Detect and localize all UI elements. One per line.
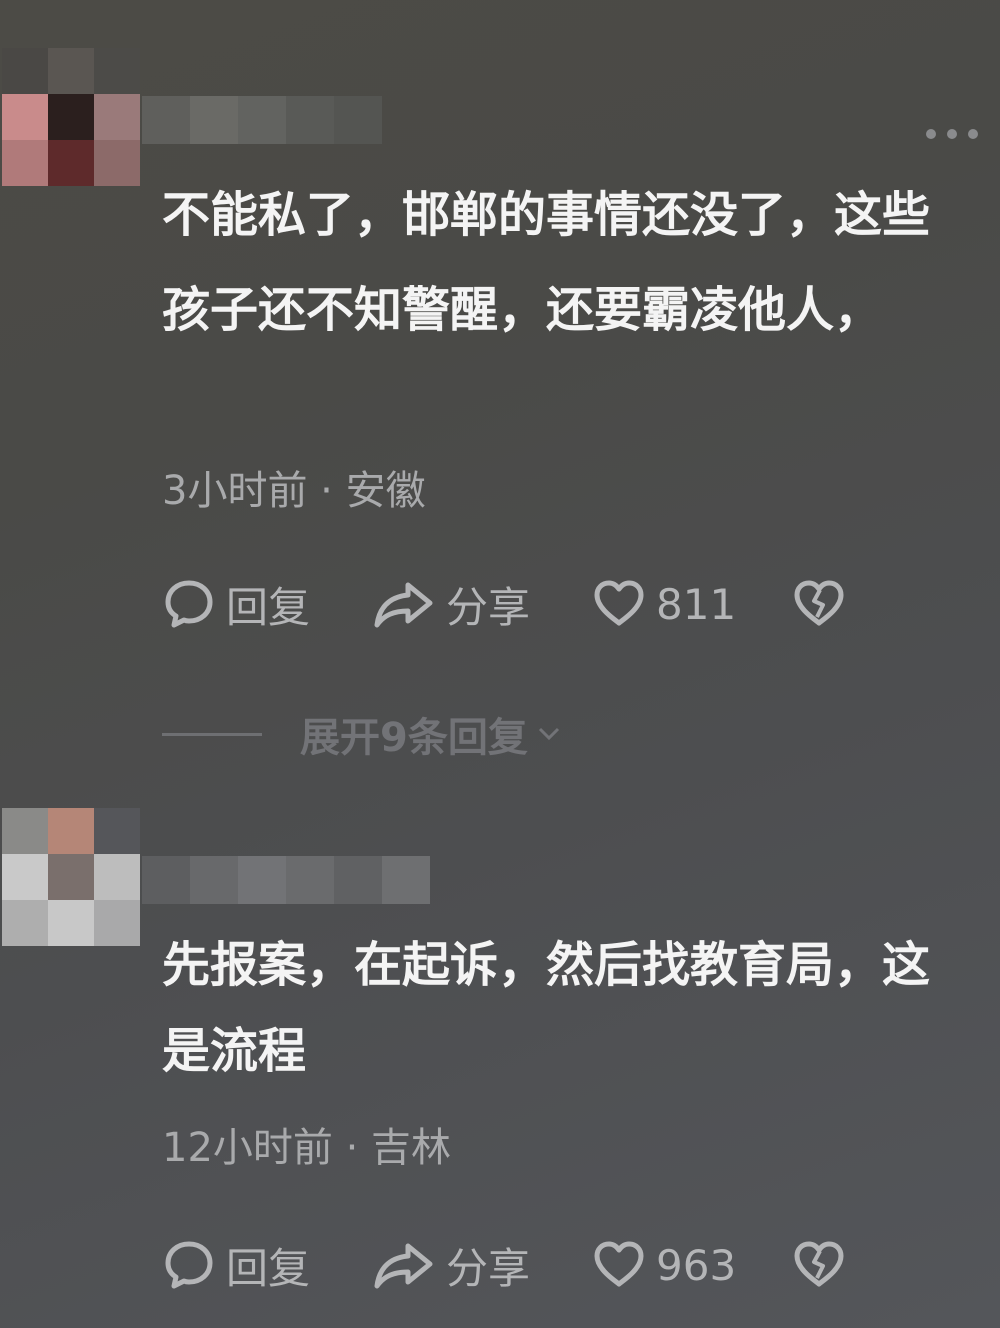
share-button[interactable]: 分享 — [372, 1235, 592, 1296]
broken-heart-icon — [794, 1241, 844, 1287]
like-count: 963 — [656, 1240, 737, 1290]
comment-actions: 回复 分享 963 — [162, 1235, 846, 1295]
avatar[interactable] — [2, 808, 140, 946]
username-blurred[interactable] — [142, 856, 430, 904]
share-label: 分享 — [446, 1243, 531, 1293]
heart-icon — [594, 1241, 644, 1287]
reply-label: 回复 — [226, 1243, 311, 1293]
comment-time-location: 12小时前 · 吉林 — [162, 1125, 452, 1171]
dislike-button[interactable] — [792, 1238, 846, 1292]
share-arrow-icon — [374, 1243, 433, 1289]
like-button[interactable]: 963 — [592, 1238, 792, 1292]
comment-item: 先报案，在起诉，然后找教育局，这是流程 12小时前 · 吉林 回复 分享 963 — [0, 0, 1000, 1328]
comment-text: 先报案，在起诉，然后找教育局，这是流程 — [162, 937, 931, 1079]
comment-bubble-icon — [165, 1241, 213, 1289]
reply-button[interactable]: 回复 — [162, 1235, 372, 1296]
